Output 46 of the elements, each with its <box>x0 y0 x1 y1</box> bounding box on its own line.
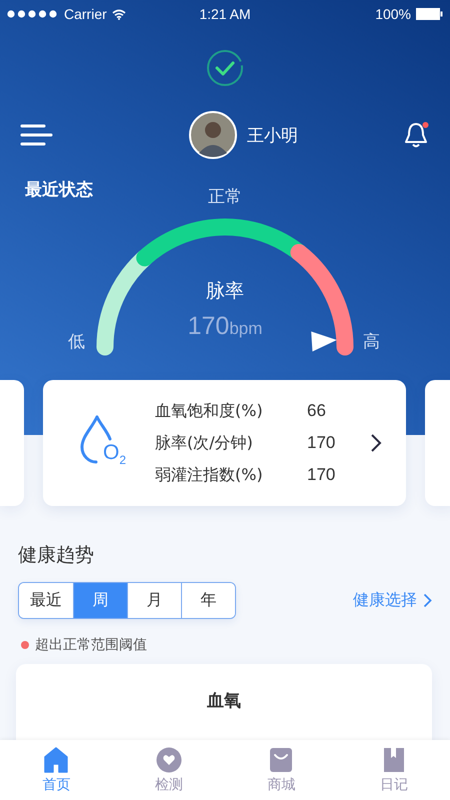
menu-icon <box>20 123 53 147</box>
period-tab[interactable]: 年 <box>181 583 235 618</box>
metric-label: 脉率(次/分钟) <box>155 432 254 454</box>
metric-label: 血氧饱和度(%) <box>155 400 264 422</box>
metric-value: 170 <box>307 433 336 453</box>
oxygen-label: O$_{2}$ <box>103 441 126 470</box>
avatar[interactable] <box>189 111 237 159</box>
bookmark-icon <box>382 746 405 772</box>
gauge-label: 正常 <box>208 187 242 207</box>
chevron-right-icon <box>370 433 382 453</box>
metric-value: 66 <box>307 401 326 421</box>
summary-card[interactable]: O$_{2}$ 血氧饱和度(%) 66 脉率(次/分钟) 170 弱灌注指数(%) 170 <box>43 380 406 506</box>
tab-bar-item[interactable]: 日记 <box>338 740 450 800</box>
battery-icon <box>416 8 443 20</box>
gauge-unit: bpm <box>229 319 262 339</box>
menu-button[interactable] <box>20 123 53 147</box>
home-icon <box>44 746 68 772</box>
wifi-icon <box>112 8 126 20</box>
metric-label: 弱灌注指数(%) <box>155 464 264 486</box>
tab-bar-item[interactable]: 商城 <box>225 740 338 800</box>
period-tab[interactable]: 周 <box>73 583 127 618</box>
period-tab[interactable]: 最近 <box>19 583 73 618</box>
gauge-metric: 脉率 <box>206 279 244 303</box>
battery-percent: 100% <box>375 6 411 22</box>
section-title: 最近状态 <box>25 179 93 202</box>
gauge-label: 高 <box>363 332 380 352</box>
tab-bar-item[interactable]: 检测 <box>112 740 225 800</box>
legend-label: 超出正常范围阈值 <box>35 636 147 654</box>
health-select-link[interactable]: 健康选择 <box>353 590 432 611</box>
user-name: 王小明 <box>247 124 298 146</box>
metric-value: 170 <box>307 465 336 485</box>
gauge-label: 低 <box>68 332 85 352</box>
signal-icon <box>7 10 59 18</box>
bell-icon <box>404 121 430 149</box>
tab-bar-item[interactable]: 首页 <box>0 740 112 800</box>
gauge-value: 170 <box>188 312 230 341</box>
chevron-right-icon <box>423 593 432 608</box>
carrier-name: Carrier <box>64 6 107 22</box>
section-title: 健康趋势 <box>18 543 94 568</box>
gauge-pointer <box>311 332 337 352</box>
period-tab[interactable]: 月 <box>127 583 181 618</box>
check-circle-icon <box>206 49 244 87</box>
notification-button[interactable] <box>404 121 430 149</box>
chart-title: 血氧 <box>207 690 241 712</box>
shopping-bag-icon <box>269 746 294 772</box>
status-time: 1:21 AM <box>199 6 251 22</box>
